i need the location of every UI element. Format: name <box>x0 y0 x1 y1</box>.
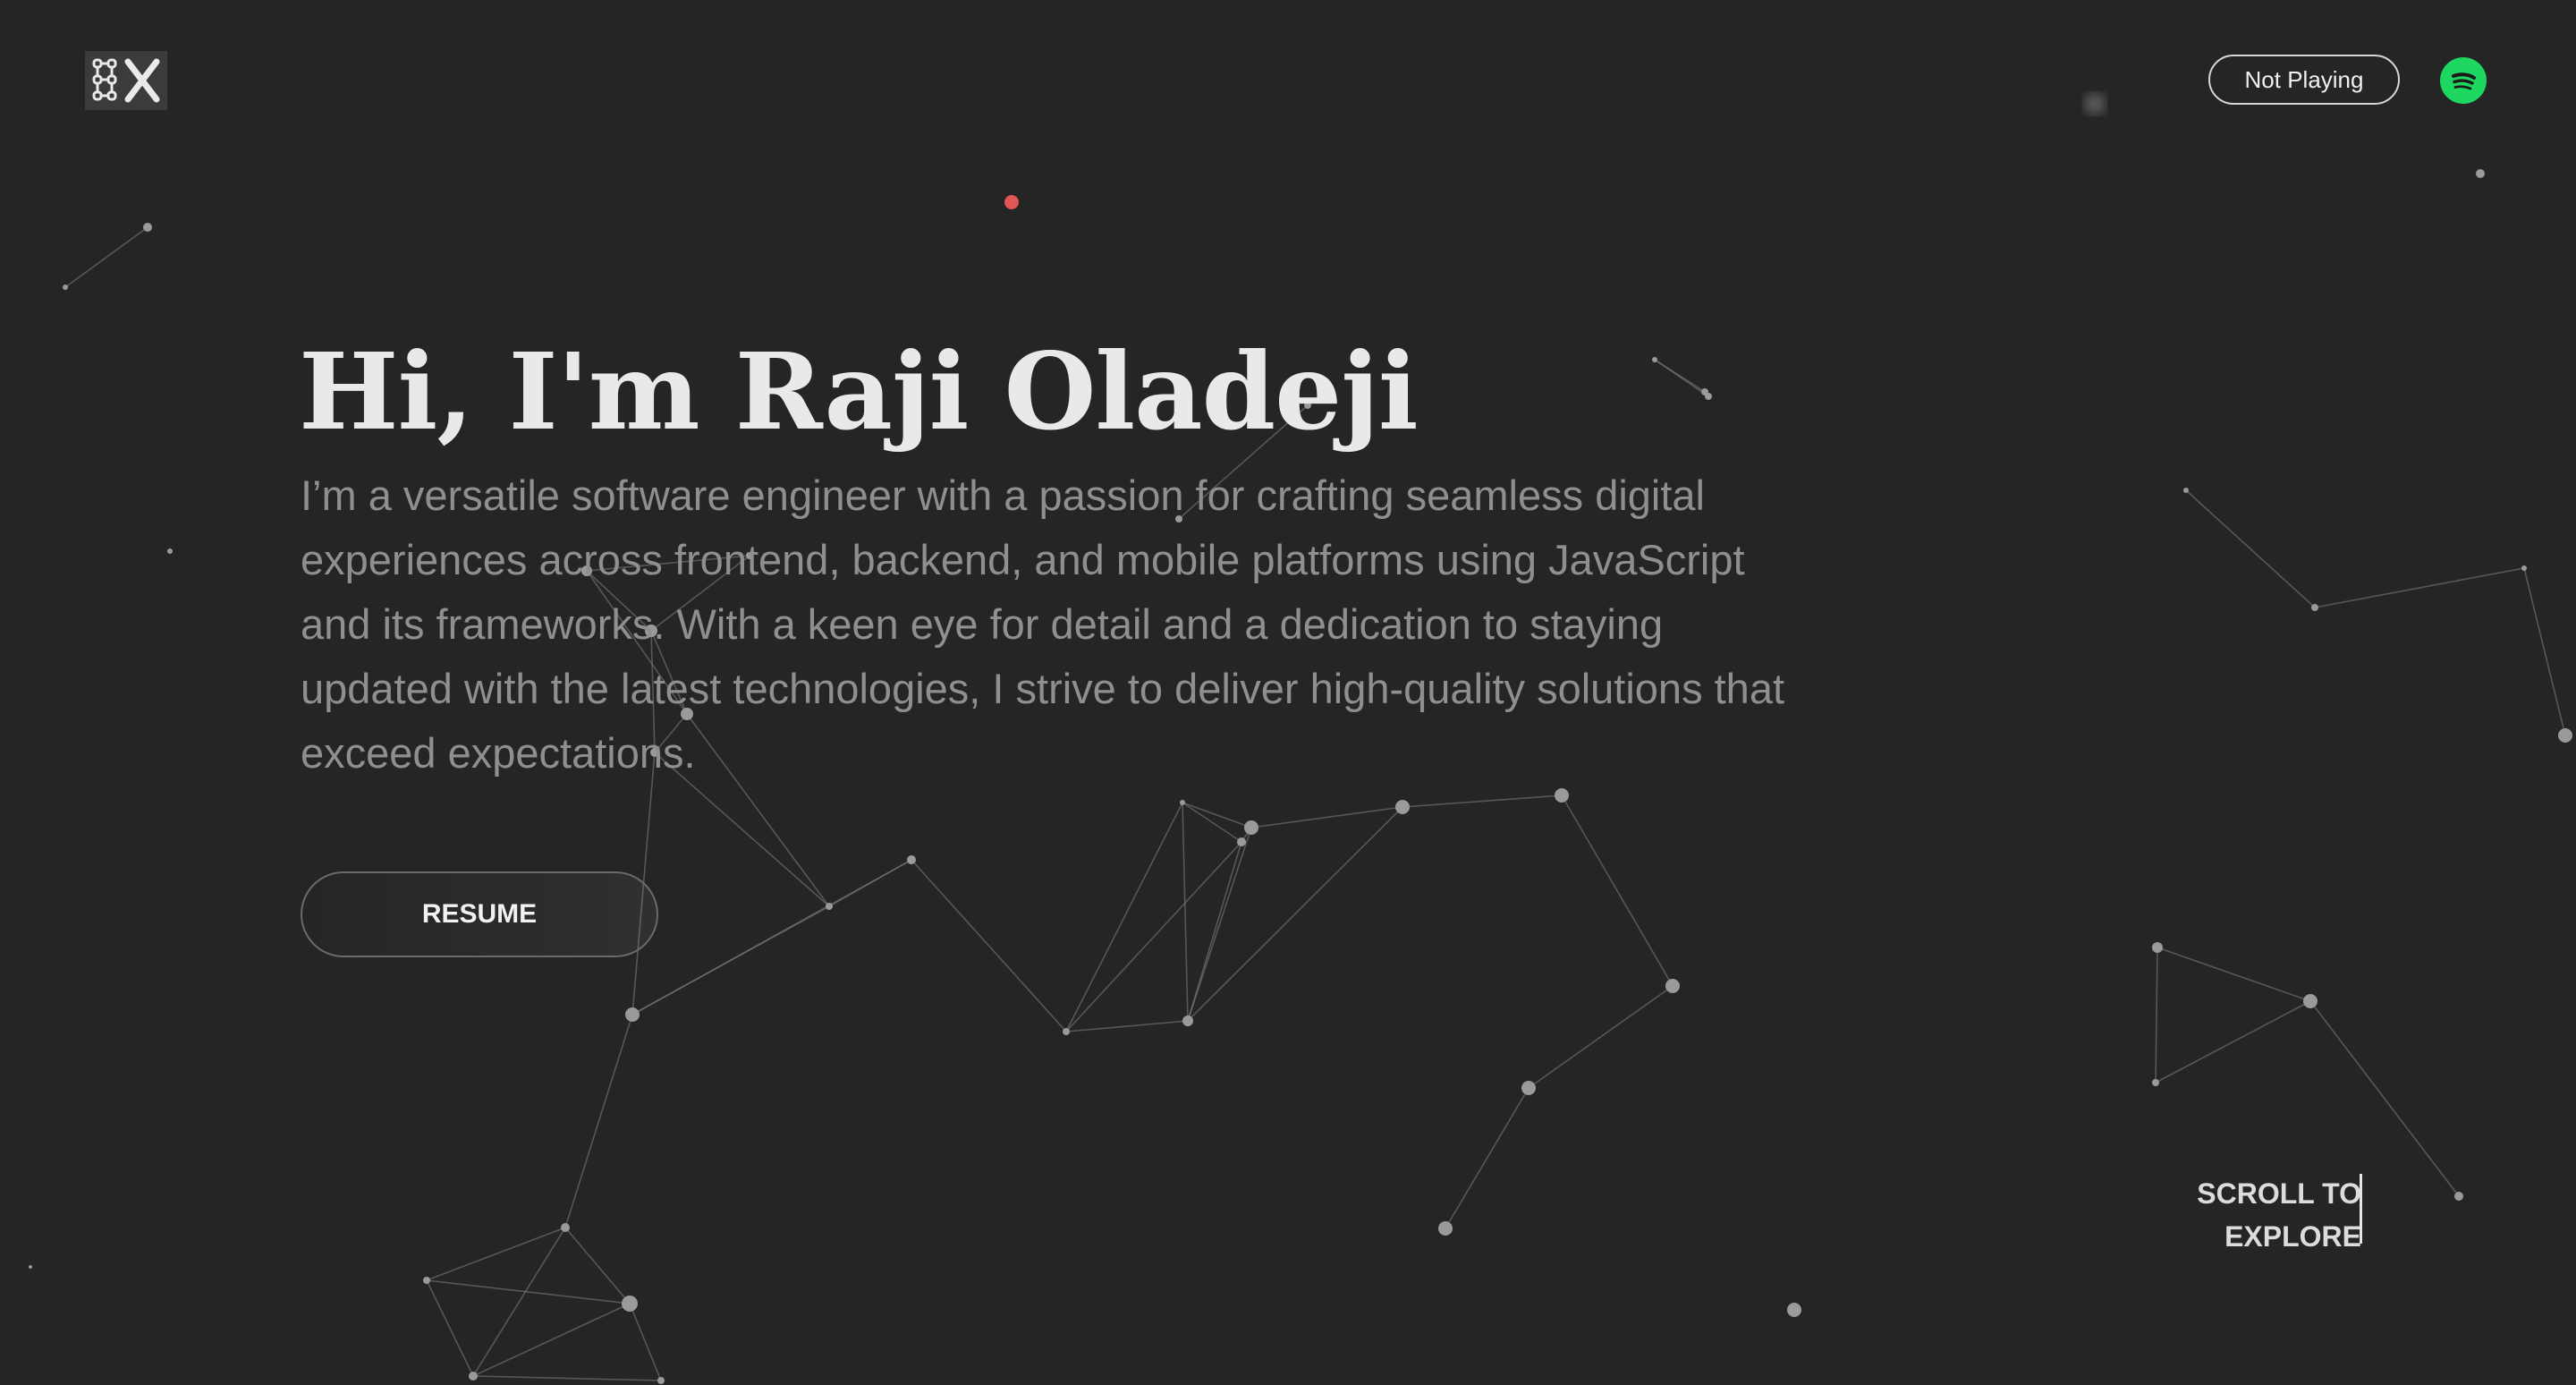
spotify-button[interactable] <box>2440 57 2487 104</box>
constellation-link <box>2523 567 2566 736</box>
constellation-particle <box>1705 393 1712 400</box>
constellation-link <box>426 1279 631 1304</box>
constellation-link <box>911 859 1067 1032</box>
constellation-particle <box>2311 604 2318 611</box>
constellation-link <box>2155 947 2158 1083</box>
constellation-link <box>1402 794 1563 808</box>
spotify-icon <box>2452 72 2476 90</box>
scroll-to-explore[interactable]: SCROLL TO EXPLORE <box>2147 1172 2361 1258</box>
constellation-particle <box>2183 488 2189 493</box>
constellation-link <box>426 1227 566 1281</box>
constellation-link <box>472 1375 662 1381</box>
constellation-link <box>2185 489 2316 608</box>
glow-dot <box>2084 93 2106 115</box>
constellation-link <box>64 226 148 288</box>
constellation-particle <box>2476 169 2485 178</box>
constellation-link <box>2157 947 2311 1002</box>
accent-dot <box>1004 195 1019 209</box>
constellation-link <box>1445 1087 1530 1229</box>
constellation-particle <box>2152 942 2163 953</box>
constellation-particle <box>1182 1015 1193 1026</box>
constellation-link <box>426 1279 474 1377</box>
constellation-particle <box>1063 1028 1070 1035</box>
constellation-particle <box>63 285 68 290</box>
constellation-link <box>631 859 912 1015</box>
constellation-link <box>1182 802 1242 843</box>
constellation-link <box>1187 827 1252 1022</box>
constellation-particle <box>1555 788 1569 803</box>
constellation-link <box>564 1014 633 1228</box>
now-playing-button[interactable]: Not Playing <box>2208 55 2400 105</box>
scroll-indicator-line <box>2360 1174 2362 1244</box>
constellation-particle <box>2558 728 2572 743</box>
constellation-link <box>1065 1020 1189 1032</box>
constellation-link <box>564 1227 631 1304</box>
constellation-particle <box>1395 800 1410 814</box>
constellation-link <box>472 1303 631 1377</box>
constellation-particle <box>1237 837 1246 846</box>
constellation-link <box>2309 1000 2460 1197</box>
constellation-particle <box>167 548 173 554</box>
constellation-particle <box>143 223 152 232</box>
constellation-link <box>629 1303 662 1381</box>
constellation-link <box>1182 802 1189 1022</box>
constellation-particle <box>1438 1221 1453 1236</box>
constellation-particle <box>1665 979 1680 993</box>
hero-title: Hi, I'm Raji Oladeji <box>299 329 1419 454</box>
constellation-particle <box>622 1296 638 1312</box>
constellation-link <box>2155 1000 2311 1083</box>
constellation-particle <box>1244 820 1258 835</box>
constellation-particle <box>625 1007 640 1022</box>
constellation-link <box>1250 806 1403 828</box>
constellation-particle <box>1180 800 1185 805</box>
constellation-particle <box>2454 1192 2463 1201</box>
constellation-link <box>2314 567 2525 608</box>
constellation-particle <box>2521 565 2527 571</box>
constellation-particle <box>657 1377 665 1384</box>
constellation-particle <box>2303 994 2318 1008</box>
hero-description: I’m a versatile software engineer with a… <box>301 472 1785 777</box>
constellation-link <box>1182 802 1252 828</box>
constellation-particle <box>907 855 916 864</box>
constellation-particle <box>29 1265 32 1269</box>
constellation-particle <box>2152 1079 2159 1086</box>
constellation-particle <box>1652 357 1657 362</box>
constellation-particle <box>826 903 833 910</box>
constellation-particle <box>561 1223 570 1232</box>
constellation-link <box>1065 802 1183 1032</box>
kx-monogram-logo-icon <box>92 58 160 103</box>
constellation-link <box>1561 794 1674 987</box>
constellation-link <box>1528 985 1674 1089</box>
constellation-particle <box>469 1372 478 1381</box>
site-logo[interactable] <box>85 51 167 110</box>
constellation-particle <box>1521 1081 1536 1095</box>
constellation-particle <box>1787 1303 1801 1317</box>
constellation-particle <box>423 1277 430 1284</box>
resume-button[interactable]: RESUME <box>301 871 658 957</box>
constellation-link <box>472 1227 566 1377</box>
scroll-hint-line2: EXPLORE <box>2224 1220 2361 1253</box>
constellation-link <box>1654 359 1709 397</box>
scroll-hint-line1: SCROLL TO <box>2197 1177 2361 1210</box>
